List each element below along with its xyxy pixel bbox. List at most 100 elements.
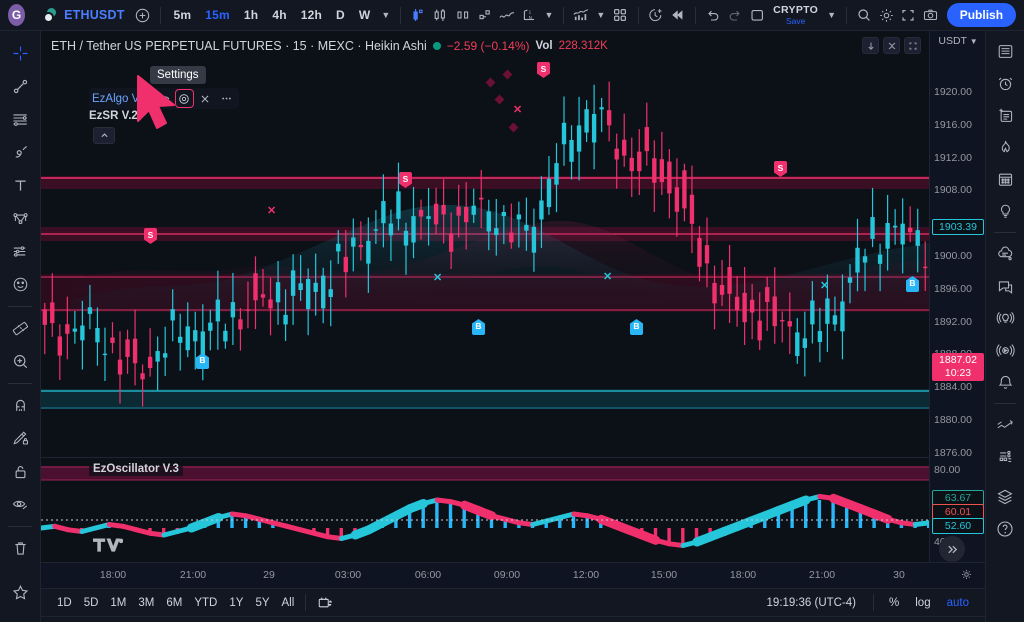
timeframe-4h[interactable]: 4h [266, 5, 292, 25]
ideas-panel[interactable] [990, 196, 1020, 226]
maximize-chart-button[interactable] [904, 37, 921, 54]
public-chats-panel[interactable] [990, 239, 1020, 269]
go-to-realtime-button[interactable] [862, 37, 879, 54]
trend-line-tool[interactable] [4, 70, 36, 102]
line-icon[interactable] [497, 3, 517, 27]
eye-icon[interactable] [154, 89, 173, 108]
collapse-legend-button[interactable] [93, 127, 115, 144]
measure-tool[interactable] [4, 312, 36, 344]
settings-tooltip: Settings [150, 66, 206, 84]
avatar[interactable]: G [8, 4, 26, 26]
log-scale-button[interactable]: log [909, 594, 936, 612]
time-axis[interactable]: 18:00 21:00 29 03:00 06:00 09:00 12:00 15:00 18:… [41, 562, 985, 588]
symbol-search-button[interactable]: ETHUSDT [37, 6, 130, 25]
fib-retracement-tool[interactable] [4, 103, 36, 135]
zoom-tool[interactable] [4, 345, 36, 377]
range-1y[interactable]: 1Y [223, 594, 249, 612]
range-1m[interactable]: 1M [104, 594, 132, 612]
range-5d[interactable]: 5D [78, 594, 105, 612]
gear-icon[interactable] [876, 3, 896, 27]
help-panel[interactable] [990, 514, 1020, 544]
hollow-candles-icon[interactable] [453, 3, 473, 27]
plus-circle-icon[interactable] [133, 3, 153, 27]
candles-icon[interactable] [408, 3, 428, 27]
more-icon[interactable] [217, 89, 236, 108]
timeframe-d[interactable]: D [330, 5, 351, 25]
indicator-legend-ezsr[interactable]: EzSR V.2 [89, 110, 138, 122]
emoji-tool[interactable] [4, 268, 36, 300]
grid-icon[interactable] [610, 3, 630, 27]
redo-icon[interactable] [725, 3, 745, 27]
magnet-tool[interactable] [4, 389, 36, 421]
star-icon[interactable] [4, 576, 36, 608]
lock-drawings-tool[interactable] [4, 455, 36, 487]
oscillator-legend[interactable]: EzOscillator V.3 [89, 462, 183, 476]
alert-clock-icon[interactable] [645, 3, 665, 27]
prediction-tool[interactable] [4, 235, 36, 267]
fullscreen-icon[interactable] [898, 3, 918, 27]
layout-icon[interactable] [747, 3, 767, 27]
notifications-panel[interactable] [990, 367, 1020, 397]
price-scale-currency[interactable]: USDT ▼ [930, 35, 986, 47]
text-tool[interactable] [4, 169, 36, 201]
watchlist-panel[interactable] [990, 36, 1020, 66]
timeframe-w[interactable]: W [353, 5, 377, 25]
goto-date-icon[interactable] [311, 592, 338, 613]
range-all[interactable]: All [276, 594, 301, 612]
range-1d[interactable]: 1D [51, 594, 78, 612]
price-scale[interactable]: USDT ▼ 1920.001916.001912.001908.001904.… [929, 31, 985, 562]
layout-chevron-down-icon[interactable]: ▼ [824, 10, 839, 20]
chart-layout-button[interactable]: CRYPTO Save [769, 5, 822, 25]
patterns-tool[interactable] [4, 202, 36, 234]
gear-icon[interactable] [174, 89, 194, 108]
indicators-icon[interactable] [571, 3, 591, 27]
following-panel[interactable] [990, 410, 1020, 440]
search-icon[interactable] [854, 3, 874, 27]
data-window-panel[interactable] [990, 100, 1020, 130]
gear-icon[interactable] [960, 568, 973, 581]
calendar-panel[interactable] [990, 164, 1020, 194]
compress-chart-button[interactable] [883, 37, 900, 54]
object-tree-panel[interactable] [990, 482, 1020, 512]
ideas-stream-panel[interactable] [990, 303, 1020, 333]
timeframe-1h[interactable]: 1h [238, 5, 264, 25]
range-ytd[interactable]: YTD [188, 594, 223, 612]
indicator-name-ezalgo[interactable]: EzAlgo V.7 [92, 93, 152, 105]
timeframe-12h[interactable]: 12h [295, 5, 328, 25]
hotlist-panel[interactable] [990, 132, 1020, 162]
stay-in-drawing-mode-tool[interactable] [4, 422, 36, 454]
timeframe-5m[interactable]: 5m [168, 5, 198, 25]
chart-symbol-header[interactable]: ETH / Tether US PERPETUAL FUTURES · 15 ·… [51, 39, 608, 53]
streams-panel[interactable] [990, 335, 1020, 365]
time-label: 18:00 [99, 569, 127, 581]
percent-scale-button[interactable]: % [883, 594, 905, 612]
scroll-to-realtime-button[interactable] [939, 536, 965, 562]
bars-icon[interactable] [430, 3, 450, 27]
camera-icon[interactable] [921, 3, 941, 27]
tradingview-logo-icon[interactable] [93, 536, 123, 554]
chart-type-chevron-down-icon[interactable]: ▼ [541, 10, 556, 20]
baseline-icon[interactable]: 1N [519, 3, 539, 27]
remove-drawings-tool[interactable] [4, 532, 36, 564]
timeframe-15m[interactable]: 15m [199, 5, 236, 25]
brush-tool[interactable] [4, 136, 36, 168]
bottom-panel-bar: Forex Screener ▼ Pine Editor Strategy Te… [41, 616, 985, 622]
dom-panel[interactable] [990, 442, 1020, 472]
cross-cursor-tool[interactable] [4, 37, 36, 69]
replay-icon[interactable] [668, 3, 688, 27]
private-chats-panel[interactable] [990, 271, 1020, 301]
publish-button[interactable]: Publish [946, 3, 1017, 27]
alerts-panel[interactable] [990, 68, 1020, 98]
undo-icon[interactable] [703, 3, 723, 27]
range-3m[interactable]: 3M [132, 594, 160, 612]
heikin-ashi-icon[interactable] [475, 3, 495, 27]
range-5y[interactable]: 5Y [249, 594, 275, 612]
chevron-down-icon[interactable]: ▼ [378, 10, 393, 20]
hide-drawings-tool[interactable] [4, 488, 36, 520]
indicators-chevron-down-icon[interactable]: ▼ [593, 10, 608, 20]
divider [159, 6, 161, 24]
auto-scale-button[interactable]: auto [941, 594, 975, 612]
close-icon[interactable] [196, 89, 215, 108]
range-6m[interactable]: 6M [160, 594, 188, 612]
chart-clock[interactable]: 19:19:36 (UTC-4) [767, 597, 856, 609]
